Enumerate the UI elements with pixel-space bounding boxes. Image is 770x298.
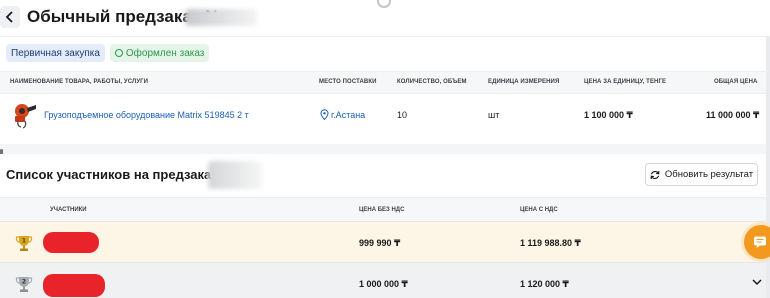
- delivery-location-label: г.Астана: [331, 109, 366, 120]
- order-card: Первичная закупка Оформлен заказ Наимено…: [0, 36, 770, 144]
- item-total: 11 000 000 ₸: [706, 110, 760, 120]
- item-quantity: 10: [397, 110, 408, 120]
- loading-spinner: [377, 0, 391, 8]
- rank-number: 1: [22, 238, 26, 245]
- page-header: Обычный предзаказ №: [0, 0, 770, 36]
- col-name: Наименование товара, работы, услуги: [10, 79, 149, 85]
- check-circle-icon: [114, 49, 123, 57]
- order-table-header: Наименование товара, работы, услуги Мест…: [0, 71, 770, 94]
- redacted-participant-name: [43, 232, 99, 253]
- item-unit: шт: [488, 110, 500, 120]
- participant-price-no-vat: 1 000 000 ₸: [359, 279, 408, 289]
- participants-section: Список участников на предзаказ № Обновит…: [0, 154, 770, 298]
- silver-trophy-icon: 2: [15, 277, 33, 292]
- participant-row[interactable]: 1 999 990 ₸ 1 119 988.80 ₸: [0, 221, 770, 262]
- order-item-row: Грузоподъемное оборудование Matrix 51984…: [0, 95, 770, 135]
- participant-row[interactable]: 2 1 000 000 ₸ 1 120 000 ₸: [0, 262, 770, 298]
- blurred-order-number: [185, 9, 257, 26]
- order-badges: Первичная закупка Оформлен заказ: [6, 44, 210, 62]
- product-link[interactable]: Грузоподъемное оборудование Matrix 51984…: [44, 110, 249, 120]
- col-total: Общая цена: [714, 79, 758, 85]
- scrollbar[interactable]: [766, 36, 770, 298]
- col-unit-price: Цена за единицу, тенге: [584, 79, 667, 85]
- purchase-type-badge: Первичная закупка: [6, 44, 105, 62]
- gold-trophy-icon: 1: [15, 236, 33, 251]
- delivery-location[interactable]: г.Астана: [320, 109, 365, 120]
- map-pin-icon: [320, 109, 329, 120]
- status-badge-label: Оформлен заказ: [125, 47, 205, 59]
- status-badge: Оформлен заказ: [109, 44, 210, 62]
- rank-number: 2: [22, 279, 26, 286]
- col-quantity: Количество, объем: [397, 79, 467, 85]
- chat-button[interactable]: [744, 225, 770, 259]
- participant-price-vat: 1 119 988.80 ₸: [520, 238, 581, 248]
- refresh-results-button[interactable]: Обновить результат: [645, 163, 758, 186]
- chat-icon: [754, 236, 766, 248]
- participant-price-vat: 1 120 000 ₸: [520, 279, 569, 289]
- refresh-results-label: Обновить результат: [664, 169, 754, 180]
- col-place: Место поставки: [319, 79, 377, 85]
- chevron-left-icon: [5, 11, 13, 23]
- col-price-no-vat: Цена без НДС: [359, 207, 405, 213]
- col-unit: Единица измерения: [488, 79, 560, 85]
- col-participant: Участники: [50, 207, 87, 213]
- participants-table-header: Участники Цена без НДС Цена с НДС: [0, 197, 770, 221]
- redacted-participant-name: [43, 274, 105, 297]
- blurred-order-number: [208, 161, 262, 189]
- refresh-icon: [650, 170, 660, 179]
- back-button[interactable]: [0, 6, 20, 28]
- chevron-down-icon[interactable]: [752, 278, 762, 286]
- participant-price-no-vat: 999 990 ₸: [359, 238, 401, 248]
- product-image: [15, 104, 36, 129]
- participants-title: Список участников на предзаказ №: [6, 167, 236, 182]
- item-unit-price: 1 100 000 ₸: [584, 110, 633, 120]
- col-price-vat: Цена с НДС: [520, 207, 558, 213]
